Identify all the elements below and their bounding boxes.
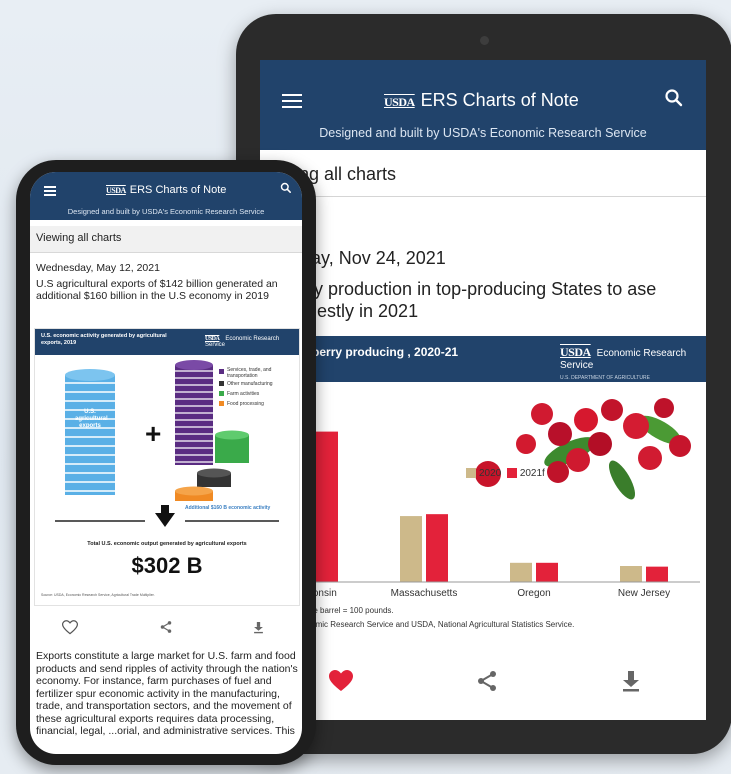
infographic-header: U.S. economic activity generated by agri…	[35, 329, 299, 355]
tablet-camera	[480, 36, 489, 45]
svg-text:+: +	[145, 418, 161, 449]
share-icon[interactable]	[156, 618, 176, 636]
tablet-action-bar	[260, 650, 706, 720]
total-output-value: $302 B	[131, 553, 203, 578]
bar-oregon-2021f	[536, 562, 558, 582]
legend-swatch-2020	[466, 468, 476, 479]
legend-services: Services, trade, and transportation	[227, 367, 272, 379]
divider	[260, 196, 706, 197]
legend-food: Food processing	[227, 401, 264, 407]
search-icon[interactable]	[664, 88, 684, 114]
legend-swatch-2021	[506, 468, 517, 479]
phone-screen: USDA ERS Charts of Note Designed and buil…	[30, 172, 302, 754]
ers-logo: USDA Economic Research Service	[205, 336, 299, 348]
phone-device: USDA ERS Charts of Note Designed and buil…	[16, 160, 316, 765]
legend-manufacturing: Other manufacturing	[227, 381, 273, 387]
share-icon[interactable]	[472, 666, 502, 696]
cranberries-image	[475, 398, 691, 500]
infographic-source: Source: USDA, Economic Research Service,…	[41, 593, 155, 597]
usda-logo: USDA	[560, 345, 591, 359]
exports-infographic[interactable]: U.S. economic activity generated by agri…	[34, 328, 300, 606]
exports-stack-label: U.S. agricultural exports	[75, 409, 108, 429]
chart-legend: 2020 2021f	[466, 468, 545, 479]
chart-date: Wednesday, May 12, 2021	[36, 262, 160, 274]
app-subtitle: Designed and built by USDA's Economic Re…	[67, 207, 265, 216]
chart-plot: WisconsinMassachusettsOregonNew Jersey	[270, 398, 700, 599]
ers-logo: USDA Economic Research Service U.S. DEPAR…	[560, 346, 706, 384]
bar-new-jersey-2021f	[646, 566, 668, 582]
menu-icon[interactable]	[282, 94, 302, 108]
tablet-screen: USDA ERS Charts of Note Designed and buil…	[260, 60, 706, 720]
infographic-title: U.S. economic activity generated by agri…	[41, 333, 167, 346]
total-output-label: Total U.S. economic output generated by …	[87, 541, 247, 547]
viewing-filter-label[interactable]: Viewing all charts	[36, 232, 121, 244]
download-icon[interactable]	[248, 618, 268, 636]
usda-logo: USDA	[106, 186, 126, 195]
phone-action-bar	[30, 612, 302, 642]
download-icon[interactable]	[616, 666, 646, 696]
x-tick-label: New Jersey	[618, 588, 670, 599]
usda-logo: USDA	[384, 95, 415, 109]
x-tick-label: Massachusetts	[391, 588, 458, 599]
bar-massachusetts-2020	[400, 516, 422, 582]
search-icon[interactable]	[280, 182, 292, 197]
bar-massachusetts-2021f	[426, 514, 448, 582]
tablet-app-header: USDA ERS Charts of Note Designed and buil…	[260, 60, 706, 150]
chart-header: S. cranberry producing , 2020-21 USDA Eco…	[260, 336, 706, 382]
heart-icon[interactable]	[60, 618, 80, 636]
bar-new-jersey-2020	[620, 566, 642, 582]
heart-icon[interactable]	[326, 666, 356, 696]
chart-source: SDA, Economic Research Service and USDA,…	[272, 620, 575, 629]
app-title-text: ERS Charts of Note	[129, 184, 227, 196]
app-title: USDA ERS Charts of Note	[384, 90, 579, 111]
app-title-text: ERS Charts of Note	[420, 90, 579, 110]
legend-farm: Farm activities	[227, 391, 260, 397]
exports-coin-stack	[65, 369, 115, 495]
phone-app-header: USDA ERS Charts of Note Designed and buil…	[30, 172, 302, 220]
bar-wisconsin-2021f	[316, 431, 338, 582]
menu-icon[interactable]	[44, 186, 56, 196]
chart-headline[interactable]: berry production in top-producing States…	[282, 278, 702, 322]
cranberry-chart[interactable]: S. cranberry producing , 2020-21 USDA Eco…	[260, 336, 706, 636]
bar-oregon-2020	[510, 562, 532, 582]
additional-activity-label: Additional $160 B economic activity	[185, 505, 271, 511]
x-tick-label: Oregon	[517, 588, 550, 599]
app-subtitle: Designed and built by USDA's Economic Re…	[319, 126, 647, 140]
legend-label-2021: 2021f	[519, 468, 545, 479]
legend-label-2020: 2020	[479, 468, 502, 479]
chart-description: Exports constitute a large market for U.…	[36, 650, 298, 737]
app-title: USDA ERS Charts of Note	[106, 184, 226, 196]
chart-headline[interactable]: U.S agricultural exports of $142 billion…	[36, 278, 298, 302]
